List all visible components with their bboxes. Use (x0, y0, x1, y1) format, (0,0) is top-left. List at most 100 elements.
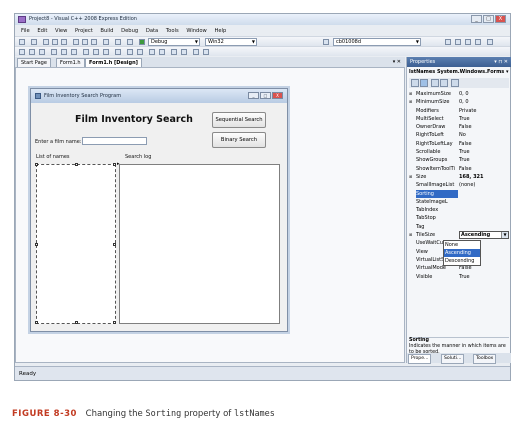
same-size-icon[interactable] (103, 49, 109, 55)
close-document-button[interactable]: ▾ ✕ (393, 57, 401, 67)
align-center-icon[interactable] (29, 49, 35, 55)
object-browser-icon[interactable] (465, 39, 471, 45)
form-window[interactable]: Film Inventory Search Program _ □ X Film… (30, 88, 288, 332)
resize-handle[interactable] (113, 321, 116, 324)
resize-handle[interactable] (113, 163, 116, 166)
align-left-icon[interactable] (19, 49, 25, 55)
property-row[interactable]: ⊞ MaximumSize 0, 0 (409, 90, 509, 98)
property-row[interactable]: RightToLeft No (409, 131, 509, 139)
resize-handle[interactable] (35, 163, 38, 166)
expand-icon[interactable]: ⊞ (409, 173, 412, 181)
film-name-input[interactable] (82, 137, 147, 145)
property-row[interactable]: Modifiers Private (409, 107, 509, 115)
sorting-option[interactable]: Ascending (444, 249, 480, 257)
menu-file[interactable]: File (21, 28, 30, 34)
property-row[interactable]: ShowGroups True (409, 156, 509, 164)
resize-handle[interactable] (75, 163, 78, 166)
minimize-button[interactable]: _ (471, 15, 482, 23)
property-row[interactable]: TabIndex (409, 206, 509, 214)
property-row[interactable]: ShowItemToolTi False (409, 165, 509, 173)
property-row[interactable]: Sorting (409, 189, 509, 198)
expand-icon[interactable]: ⊞ (409, 98, 412, 106)
tab-order-icon[interactable] (193, 49, 199, 55)
property-row[interactable]: TabStop (409, 214, 509, 222)
find-combo[interactable]: cb01008d ▼ (333, 38, 421, 46)
align-top-icon[interactable] (51, 49, 57, 55)
cut-icon[interactable] (73, 39, 79, 45)
bring-front-icon[interactable] (171, 49, 177, 55)
align-middle-icon[interactable] (61, 49, 67, 55)
property-row[interactable]: Visible True (409, 273, 509, 281)
start-page-icon[interactable] (487, 39, 493, 45)
resize-handle[interactable] (75, 321, 78, 324)
property-row[interactable]: OwnerDraw False (409, 123, 509, 131)
find-icon[interactable] (323, 39, 329, 45)
property-row[interactable]: SmallImageList (none) (409, 181, 509, 189)
property-row[interactable]: Tag (409, 223, 509, 231)
menu-help[interactable]: Help (214, 28, 226, 34)
new-project-icon[interactable] (19, 39, 25, 45)
lock-controls-icon[interactable] (203, 49, 209, 55)
solution-explorer-icon[interactable] (445, 39, 451, 45)
maximize-button[interactable]: □ (483, 15, 494, 23)
property-row[interactable]: MultiSelect True (409, 115, 509, 123)
menu-build[interactable]: Build (100, 28, 113, 34)
menu-window[interactable]: Window (186, 28, 206, 34)
undo-icon[interactable] (103, 39, 109, 45)
names-listview[interactable]: ▸ (35, 161, 120, 324)
align-bottom-icon[interactable] (71, 49, 77, 55)
property-row[interactable]: ⊞ MinimumSize 0, 0 (409, 98, 509, 106)
property-pages-icon[interactable] (451, 79, 459, 87)
menu-tools[interactable]: Tools (166, 28, 179, 34)
resize-handle[interactable] (35, 321, 38, 324)
property-row[interactable]: ⊞ Size 168, 321 (409, 173, 509, 181)
expand-icon[interactable]: ⊞ (409, 90, 412, 98)
properties-icon[interactable] (431, 79, 439, 87)
tab-solution-explorer[interactable]: Soluti... (441, 354, 465, 364)
menu-debug[interactable]: Debug (121, 28, 138, 34)
same-width-icon[interactable] (83, 49, 89, 55)
same-height-icon[interactable] (93, 49, 99, 55)
sorting-option[interactable]: None (444, 241, 480, 249)
grid-icon[interactable] (115, 49, 121, 55)
property-row[interactable]: RightToLeftLay False (409, 140, 509, 148)
menu-data[interactable]: Data (146, 28, 158, 34)
redo-icon[interactable] (115, 39, 121, 45)
resize-handle[interactable] (35, 243, 38, 246)
send-back-icon[interactable] (181, 49, 187, 55)
close-button[interactable]: X (495, 15, 506, 23)
tab-properties[interactable]: Prope... (408, 354, 432, 364)
center-h-icon[interactable] (149, 49, 155, 55)
platform-select[interactable]: Win32 ▼ (205, 38, 257, 46)
vspacing-icon[interactable] (137, 49, 143, 55)
menu-edit[interactable]: Edit (37, 28, 47, 34)
chevron-down-icon[interactable]: ▼ (501, 232, 508, 238)
configuration-select[interactable]: Debug ▼ (148, 38, 200, 46)
tab-toolbox[interactable]: Toolbox (473, 354, 497, 364)
resize-handle[interactable] (113, 243, 116, 246)
search-log-box[interactable] (119, 164, 280, 324)
toolbox-icon[interactable] (475, 39, 481, 45)
categorized-icon[interactable] (411, 79, 419, 87)
save-icon[interactable] (52, 39, 58, 45)
center-v-icon[interactable] (159, 49, 165, 55)
add-item-icon[interactable] (31, 39, 37, 45)
properties-window-controls[interactable]: ▾ ⊓ ✕ (494, 57, 508, 67)
sequential-search-button[interactable]: Sequential Search (212, 112, 266, 128)
sorting-dropdown[interactable]: Ascending ▼ (459, 231, 509, 239)
property-row[interactable]: Scrollable True (409, 148, 509, 156)
binary-search-button[interactable]: Binary Search (212, 132, 266, 148)
copy-icon[interactable] (82, 39, 88, 45)
save-all-icon[interactable] (61, 39, 67, 45)
alphabetical-icon[interactable] (420, 79, 428, 87)
menu-project[interactable]: Project (75, 28, 93, 34)
open-icon[interactable] (43, 39, 49, 45)
events-icon[interactable] (440, 79, 448, 87)
sorting-option[interactable]: Descending (444, 257, 480, 265)
paste-icon[interactable] (91, 39, 97, 45)
expand-icon[interactable]: ⊞ (409, 231, 412, 239)
property-row[interactable]: StateImageL (409, 198, 509, 206)
menu-view[interactable]: View (55, 28, 67, 34)
object-selector[interactable]: lstNames System.Windows.Forms ▾ (409, 68, 509, 77)
align-right-icon[interactable] (39, 49, 45, 55)
